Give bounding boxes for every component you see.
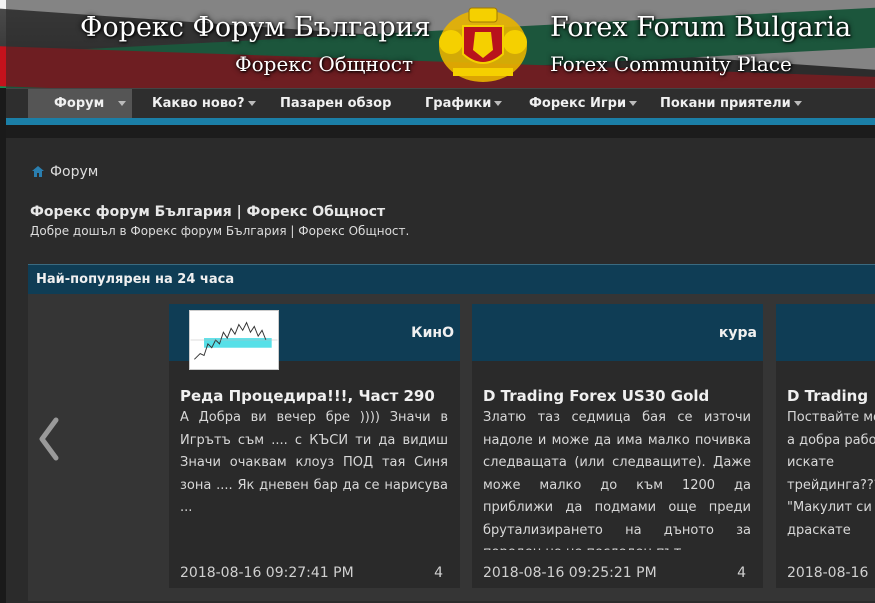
popular-section-header: Най-популярен на 24 часа	[28, 264, 875, 294]
chart-thumbnail[interactable]	[189, 310, 279, 370]
thread-title[interactable]: Реда Процедира!!!, Част 290	[180, 387, 435, 405]
site-banner[interactable]: Форекс Форум България Форекс Общност For…	[0, 0, 875, 88]
card-author[interactable]: КинО	[411, 325, 454, 341]
card-header	[776, 304, 875, 361]
thread-snippet: Поствайте мо?ем да а добра работа Вие ис…	[787, 410, 875, 538]
nav-item-invite-friends[interactable]: Покани приятели	[660, 89, 802, 118]
thread-card[interactable]: D Trading Поствайте мо?ем да а добра раб…	[776, 304, 875, 588]
site-title-bg: Форекс Форум България	[80, 12, 431, 43]
thread-card[interactable]: КинО Реда Процедира!!!, Част 290 А Добра…	[169, 304, 460, 588]
site-subtitle-en: Forex Community Place	[550, 52, 792, 76]
coat-of-arms-logo	[439, 7, 527, 82]
nav-item-forex-games[interactable]: Форекс Игри	[529, 89, 638, 118]
thread-card[interactable]: куpa D Trading Forex US30 Gold Златю таз…	[472, 304, 763, 588]
main-content: Форум Форекс форум България | Форекс Общ…	[6, 125, 875, 603]
nav-item-label: Форекс Игри	[529, 96, 627, 111]
reply-count: 4	[434, 565, 443, 581]
page-subtitle: Добре дошъл в Форекс форум България | Фо…	[30, 224, 410, 238]
thread-snippet: А Добра ви вечер бре )))) Значи в Игрътъ…	[180, 410, 448, 515]
thread-title[interactable]: D Trading	[787, 387, 868, 405]
nav-item-charts[interactable]: Графики	[425, 89, 503, 118]
nav-item-label: Пазарен обзор	[280, 96, 392, 111]
chevron-left-icon[interactable]	[34, 414, 64, 464]
nav-item-whats-new[interactable]: Какво ново?	[152, 89, 256, 118]
nav-item-label: Графики	[425, 96, 492, 111]
thread-snippet: Златю таз седмица бая се източи надоле и…	[483, 410, 751, 550]
nav-item-label: Какво ново?	[152, 96, 245, 111]
thread-date: 2018-08-16	[787, 565, 869, 581]
card-header: куpa	[472, 304, 763, 361]
chevron-down-icon	[494, 101, 503, 106]
popular-carousel: КинО Реда Процедира!!!, Част 290 А Добра…	[28, 294, 875, 601]
breadcrumb-label: Форум	[50, 164, 99, 180]
home-icon	[32, 166, 44, 177]
chevron-down-icon	[629, 101, 638, 106]
nav-accent-stripe	[6, 118, 875, 125]
chevron-down-icon	[793, 101, 802, 106]
page-title: Форекс форум България | Форекс Общност	[30, 204, 386, 220]
site-subtitle-bg: Форекс Общност	[235, 52, 414, 76]
thread-date: 2018-08-16 09:25:21 PM	[483, 565, 657, 581]
chevron-down-icon	[247, 101, 256, 106]
breadcrumb[interactable]: Форум	[32, 164, 98, 180]
popular-section-title: Най-популярен на 24 часа	[36, 272, 235, 287]
nav-item-forum[interactable]: Форум	[28, 89, 132, 118]
nav-item-label: Покани приятели	[660, 96, 791, 111]
site-title-en: Forex Forum Bulgaria	[550, 12, 852, 43]
nav-item-label: Форум	[54, 96, 105, 111]
thread-date: 2018-08-16 09:27:41 PM	[180, 565, 354, 581]
nav-item-market-review[interactable]: Пазарен обзор	[280, 89, 391, 118]
chevron-down-icon	[118, 101, 127, 106]
card-author[interactable]: куpa	[719, 325, 757, 341]
reply-count: 4	[737, 565, 746, 581]
thread-title[interactable]: D Trading Forex US30 Gold	[483, 387, 709, 405]
main-nav: Форум Какво ново? Пазарен обзор Графики …	[6, 88, 875, 118]
